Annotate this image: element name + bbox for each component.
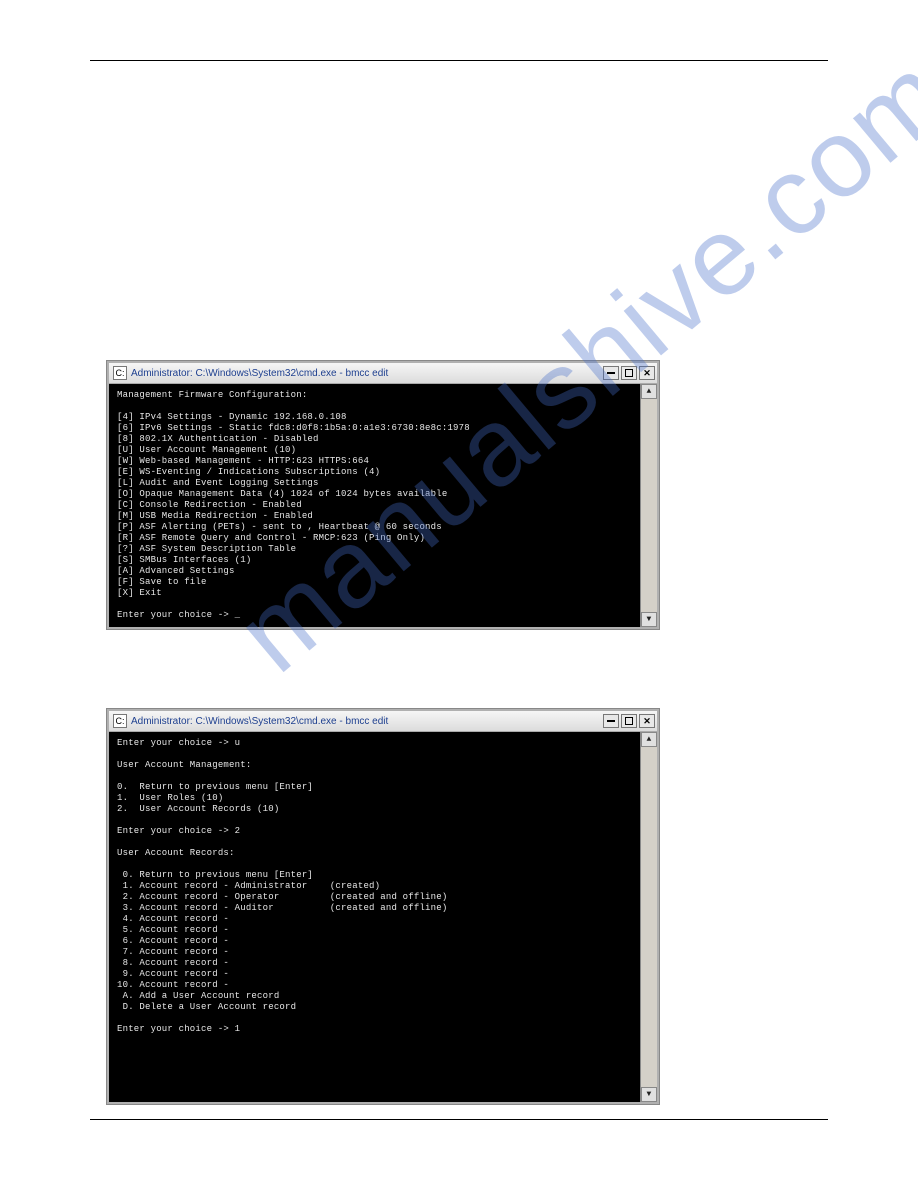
scroll-track[interactable] — [641, 399, 657, 612]
cmd-icon: C: — [113, 366, 127, 380]
term1-line: [6] IPv6 Settings - Static fdc8:d0f8:1b5… — [117, 423, 470, 433]
cmd-window-firmware: C: Administrator: C:\Windows\System32\cm… — [107, 361, 659, 629]
term2-heading1: User Account Management: — [117, 760, 251, 770]
term1-line: [C] Console Redirection - Enabled — [117, 500, 302, 510]
scroll-track[interactable] — [641, 747, 657, 1087]
term1-heading: Management Firmware Configuration: — [117, 390, 307, 400]
titlebar[interactable]: C: Administrator: C:\Windows\System32\cm… — [109, 711, 657, 732]
term1-line: [W] Web-based Management - HTTP:623 HTTP… — [117, 456, 369, 466]
term1-line: [O] Opaque Management Data (4) 1024 of 1… — [117, 489, 447, 499]
term2-menu2-line: 10. Account record - — [117, 980, 229, 990]
minimize-button[interactable] — [603, 366, 619, 380]
terminal-output[interactable]: Management Firmware Configuration: [4] I… — [109, 384, 657, 627]
term2-menu2-line: 8. Account record - — [117, 958, 229, 968]
term1-prompt: Enter your choice -> _ — [117, 610, 240, 620]
term1-line: [M] USB Media Redirection - Enabled — [117, 511, 313, 521]
term1-line: [?] ASF System Description Table — [117, 544, 296, 554]
footer-rule — [90, 1119, 828, 1120]
titlebar[interactable]: C: Administrator: C:\Windows\System32\cm… — [109, 363, 657, 384]
header-rule — [90, 60, 828, 61]
term2-menu2-line: 9. Account record - — [117, 969, 229, 979]
term2-heading2: User Account Records: — [117, 848, 235, 858]
close-button[interactable] — [639, 366, 655, 380]
term2-menu2-line: A. Add a User Account record — [117, 991, 279, 1001]
term2-menu2-line: 7. Account record - — [117, 947, 229, 957]
term2-menu2-line: D. Delete a User Account record — [117, 1002, 296, 1012]
scroll-up-button[interactable]: ▲ — [641, 732, 657, 747]
maximize-button[interactable] — [621, 366, 637, 380]
terminal-output[interactable]: Enter your choice -> u User Account Mana… — [109, 732, 657, 1102]
term1-line: [4] IPv4 Settings - Dynamic 192.168.0.10… — [117, 412, 347, 422]
maximize-button[interactable] — [621, 714, 637, 728]
term2-menu2-line: 6. Account record - — [117, 936, 229, 946]
term1-line: [F] Save to file — [117, 577, 207, 587]
term2-menu1-line: 1. User Roles (10) — [117, 793, 223, 803]
minimize-button[interactable] — [603, 714, 619, 728]
scrollbar[interactable]: ▲ ▼ — [640, 384, 657, 627]
term2-menu2-line: 1. Account record - Administrator (creat… — [117, 881, 380, 891]
term1-line: [A] Advanced Settings — [117, 566, 235, 576]
term2-menu2-line: 4. Account record - — [117, 914, 229, 924]
window-title: Administrator: C:\Windows\System32\cmd.e… — [131, 368, 601, 379]
close-button[interactable] — [639, 714, 655, 728]
term2-menu1-line: 2. User Account Records (10) — [117, 804, 279, 814]
term1-line: [S] SMBus Interfaces (1) — [117, 555, 251, 565]
scroll-down-button[interactable]: ▼ — [641, 612, 657, 627]
term2-menu2-line: 5. Account record - — [117, 925, 229, 935]
term1-line: [P] ASF Alerting (PETs) - sent to , Hear… — [117, 522, 442, 532]
term2-prompt2: Enter your choice -> 2 — [117, 826, 240, 836]
term2-menu2-line: 3. Account record - Auditor (created and… — [117, 903, 447, 913]
term2-menu2-line: 0. Return to previous menu [Enter] — [117, 870, 313, 880]
term1-line: [U] User Account Management (10) — [117, 445, 296, 455]
cmd-window-users: C: Administrator: C:\Windows\System32\cm… — [107, 709, 659, 1104]
term2-prompt1: Enter your choice -> u — [117, 738, 240, 748]
scrollbar[interactable]: ▲ ▼ — [640, 732, 657, 1102]
term2-menu2-line: 2. Account record - Operator (created an… — [117, 892, 447, 902]
cmd-icon: C: — [113, 714, 127, 728]
term2-menu1-line: 0. Return to previous menu [Enter] — [117, 782, 313, 792]
term1-line: [L] Audit and Event Logging Settings — [117, 478, 319, 488]
term1-line: [X] Exit — [117, 588, 162, 598]
term1-line: [8] 802.1X Authentication - Disabled — [117, 434, 319, 444]
term1-line: [E] WS-Eventing / Indications Subscripti… — [117, 467, 380, 477]
window-title: Administrator: C:\Windows\System32\cmd.e… — [131, 716, 601, 727]
term1-line: [R] ASF Remote Query and Control - RMCP:… — [117, 533, 425, 543]
scroll-up-button[interactable]: ▲ — [641, 384, 657, 399]
scroll-down-button[interactable]: ▼ — [641, 1087, 657, 1102]
term2-prompt3: Enter your choice -> 1 — [117, 1024, 240, 1034]
